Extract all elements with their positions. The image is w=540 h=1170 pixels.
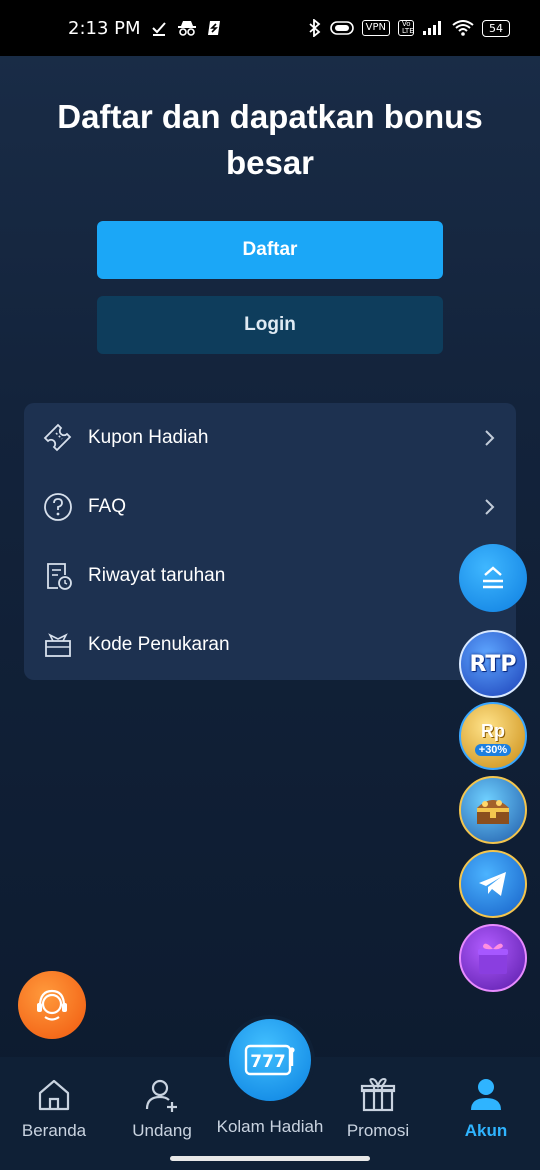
telegram-icon	[479, 872, 506, 896]
login-button[interactable]: Login	[97, 296, 443, 354]
ticket-icon	[43, 423, 72, 451]
bluetooth-icon	[309, 19, 321, 37]
customer-support-button[interactable]	[18, 971, 86, 1039]
vpn-badge: VPN	[361, 20, 390, 36]
tab-invite[interactable]: Undang	[108, 1057, 216, 1157]
menu-item-faq[interactable]: FAQ	[24, 472, 516, 541]
headset-agent-icon	[37, 989, 67, 1021]
tab-label-account: Akun	[464, 1121, 508, 1140]
wifi-icon	[452, 20, 474, 36]
incognito-icon	[177, 21, 196, 36]
data-saver-icon	[329, 21, 354, 35]
register-button[interactable]: Daftar	[97, 221, 443, 279]
gift-icon	[478, 943, 508, 974]
add-user-icon	[145, 1079, 177, 1112]
status-right: VPN Vo LTE 54	[308, 19, 510, 37]
history-icon	[47, 562, 72, 590]
chevron-right-icon	[485, 429, 495, 446]
gift-bonus-button[interactable]	[459, 924, 527, 992]
user-icon	[471, 1079, 501, 1110]
menu-label-bet-history: Riwayat taruhan	[88, 564, 226, 586]
tab-account[interactable]: Akun	[432, 1057, 540, 1157]
home-icon	[38, 1079, 70, 1111]
shield-s-icon	[207, 21, 220, 35]
gift-icon	[360, 1077, 396, 1112]
status-bar: 2:13 PM VPN Vo LTE 54	[0, 0, 540, 56]
svg-text:777: 777	[250, 1052, 286, 1072]
status-left: 2:13 PM	[68, 18, 221, 39]
battery-indicator: 54	[482, 19, 510, 37]
menu-label-redeem-code: Kode Penukaran	[88, 633, 230, 655]
tab-promo[interactable]: Promosi	[324, 1057, 432, 1157]
tab-prize-pool[interactable]: 777	[225, 1015, 315, 1105]
menu-item-coupon[interactable]: Kupon Hadiah	[24, 403, 516, 472]
tab-home[interactable]: Beranda	[0, 1057, 108, 1157]
volte-badge: Vo LTE	[398, 20, 414, 36]
rtp-label: RTP	[469, 651, 517, 677]
chevron-right-icon	[485, 498, 495, 515]
menu-item-bet-history[interactable]: Riwayat taruhan	[24, 541, 516, 610]
gift-box-icon	[45, 632, 71, 657]
treasure-chest-icon	[477, 800, 509, 824]
signal-icon	[423, 21, 441, 35]
menu-label-coupon: Kupon Hadiah	[88, 426, 209, 448]
slot-777-icon: 777	[244, 1044, 295, 1076]
menu-label-faq: FAQ	[88, 495, 127, 517]
deposit-bonus-button[interactable]: Rp +30%	[459, 702, 527, 770]
check-download-icon	[151, 22, 166, 36]
menu-item-redeem-code[interactable]: Kode Penukaran	[24, 610, 516, 679]
tab-label-home: Beranda	[21, 1121, 87, 1140]
collapse-menu-button[interactable]	[459, 544, 527, 612]
status-time: 2:13 PM	[68, 17, 141, 39]
home-indicator	[170, 1156, 370, 1161]
telegram-button[interactable]	[459, 850, 527, 918]
rp-coin-label: Rp	[481, 720, 505, 741]
rtp-button[interactable]: RTP	[459, 630, 527, 698]
bonus-percent-badge: +30%	[474, 743, 512, 756]
tab-label-prize-pool: Kolam Hadiah	[216, 1117, 324, 1136]
question-icon	[44, 492, 72, 521]
chevron-up-lines-icon	[483, 566, 503, 589]
page-headline: Daftar dan dapatkan bonus besar	[57, 98, 483, 181]
tab-label-promo: Promosi	[346, 1121, 410, 1140]
account-menu: Kupon Hadiah FAQ Riwayat taruhan Kode Pe…	[24, 403, 516, 680]
treasure-chest-button[interactable]	[459, 776, 527, 844]
tab-label-invite: Undang	[132, 1121, 192, 1140]
